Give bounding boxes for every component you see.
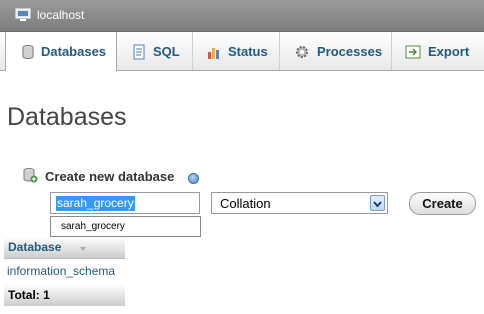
- tab-label: Status: [228, 44, 268, 59]
- page-title: Databases: [7, 103, 127, 131]
- create-button[interactable]: Create: [409, 192, 476, 215]
- column-header-label: Database: [8, 240, 62, 254]
- server-bar: localhost: [0, 0, 484, 32]
- suggestion-text: sarah_grocery: [61, 221, 125, 232]
- tab-status[interactable]: Status: [193, 32, 280, 70]
- database-name-input[interactable]: sarah_grocery: [50, 192, 200, 214]
- database-add-icon: [23, 168, 38, 183]
- sql-icon: [133, 44, 145, 60]
- collation-value: Collation: [220, 196, 271, 211]
- sort-icon: [80, 247, 86, 251]
- server-label[interactable]: localhost: [37, 8, 84, 22]
- tab-label: Export: [428, 44, 470, 59]
- database-icon: [22, 45, 34, 59]
- create-db-label: Create new database: [45, 169, 175, 184]
- table-row: information_schema: [4, 261, 125, 283]
- tab-label: SQL: [153, 44, 180, 59]
- tab-databases[interactable]: Databases: [5, 32, 117, 71]
- help-icon[interactable]: [188, 173, 199, 184]
- collation-select[interactable]: Collation: [211, 192, 388, 214]
- table-header-database[interactable]: Database: [4, 237, 125, 259]
- dropdown-arrow[interactable]: [370, 195, 385, 211]
- tab-label: Databases: [41, 44, 107, 59]
- tab-export[interactable]: Export: [392, 32, 484, 70]
- input-value: sarah_grocery: [56, 196, 135, 211]
- server-icon: [15, 8, 31, 21]
- database-link[interactable]: information_schema: [7, 264, 115, 278]
- tab-processes[interactable]: Processes: [280, 32, 392, 70]
- export-icon: [405, 45, 421, 59]
- chevron-down-icon: [373, 201, 382, 208]
- tab-label: Processes: [317, 44, 383, 59]
- total-label: Total: 1: [8, 288, 50, 302]
- autocomplete-suggestion[interactable]: sarah_grocery: [50, 216, 201, 237]
- tab-bar: Databases SQL Status Processes Export: [0, 32, 484, 71]
- processes-icon: [296, 46, 308, 58]
- status-icon: [208, 48, 219, 59]
- tab-sql[interactable]: SQL: [117, 32, 193, 70]
- table-footer-total: Total: 1: [4, 284, 125, 306]
